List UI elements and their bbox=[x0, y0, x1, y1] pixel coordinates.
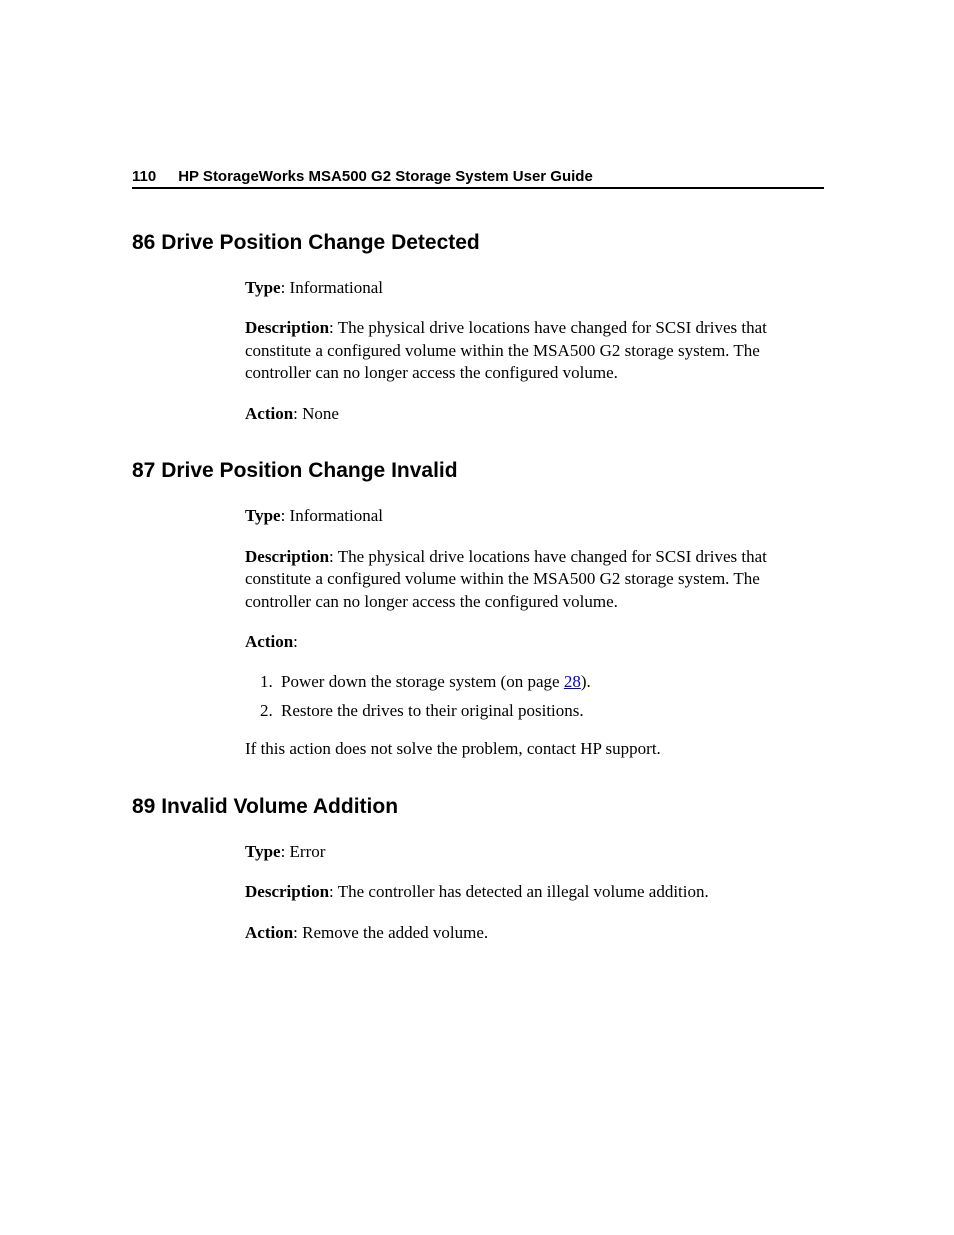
description-line: Description: The controller has detected… bbox=[245, 881, 824, 903]
description-line: Description: The physical drive location… bbox=[245, 317, 824, 384]
action-value: : bbox=[293, 632, 298, 651]
type-line: Type: Informational bbox=[245, 505, 824, 527]
description-value: : The controller has detected an illegal… bbox=[329, 882, 709, 901]
type-value: : Informational bbox=[281, 506, 383, 525]
type-value: : Error bbox=[281, 842, 326, 861]
action-line: Action: Remove the added volume. bbox=[245, 922, 824, 944]
section-body: Type: Informational Description: The phy… bbox=[245, 277, 824, 425]
type-label: Type bbox=[245, 842, 281, 861]
section-body: Type: Error Description: The controller … bbox=[245, 841, 824, 944]
description-label: Description bbox=[245, 318, 329, 337]
action-label: Action bbox=[245, 404, 293, 423]
page: 110 HP StorageWorks MSA500 G2 Storage Sy… bbox=[0, 0, 954, 944]
section-87: 87 Drive Position Change Invalid Type: I… bbox=[132, 459, 824, 761]
step-1-pre: Power down the storage system (on page bbox=[281, 672, 564, 691]
action-value: : Remove the added volume. bbox=[293, 923, 488, 942]
page-number: 110 bbox=[132, 168, 156, 185]
after-note: If this action does not solve the proble… bbox=[245, 738, 824, 760]
doc-title: HP StorageWorks MSA500 G2 Storage System… bbox=[178, 168, 593, 185]
action-steps: Power down the storage system (on page 2… bbox=[245, 671, 824, 722]
section-heading: 87 Drive Position Change Invalid bbox=[132, 459, 824, 483]
action-label: Action bbox=[245, 632, 293, 651]
step-2: Restore the drives to their original pos… bbox=[277, 700, 824, 722]
section-heading: 86 Drive Position Change Detected bbox=[132, 231, 824, 255]
description-label: Description bbox=[245, 882, 329, 901]
type-line: Type: Informational bbox=[245, 277, 824, 299]
action-line: Action: bbox=[245, 631, 824, 653]
running-header: 110 HP StorageWorks MSA500 G2 Storage Sy… bbox=[132, 168, 824, 189]
description-label: Description bbox=[245, 547, 329, 566]
action-value: : None bbox=[293, 404, 339, 423]
description-line: Description: The physical drive location… bbox=[245, 546, 824, 613]
action-label: Action bbox=[245, 923, 293, 942]
section-89: 89 Invalid Volume Addition Type: Error D… bbox=[132, 795, 824, 944]
step-1: Power down the storage system (on page 2… bbox=[277, 671, 824, 693]
type-label: Type bbox=[245, 278, 281, 297]
step-1-post: ). bbox=[581, 672, 591, 691]
type-label: Type bbox=[245, 506, 281, 525]
page-link-28[interactable]: 28 bbox=[564, 672, 581, 691]
type-line: Type: Error bbox=[245, 841, 824, 863]
section-86: 86 Drive Position Change Detected Type: … bbox=[132, 231, 824, 425]
section-heading: 89 Invalid Volume Addition bbox=[132, 795, 824, 819]
type-value: : Informational bbox=[281, 278, 383, 297]
section-body: Type: Informational Description: The phy… bbox=[245, 505, 824, 761]
action-line: Action: None bbox=[245, 403, 824, 425]
